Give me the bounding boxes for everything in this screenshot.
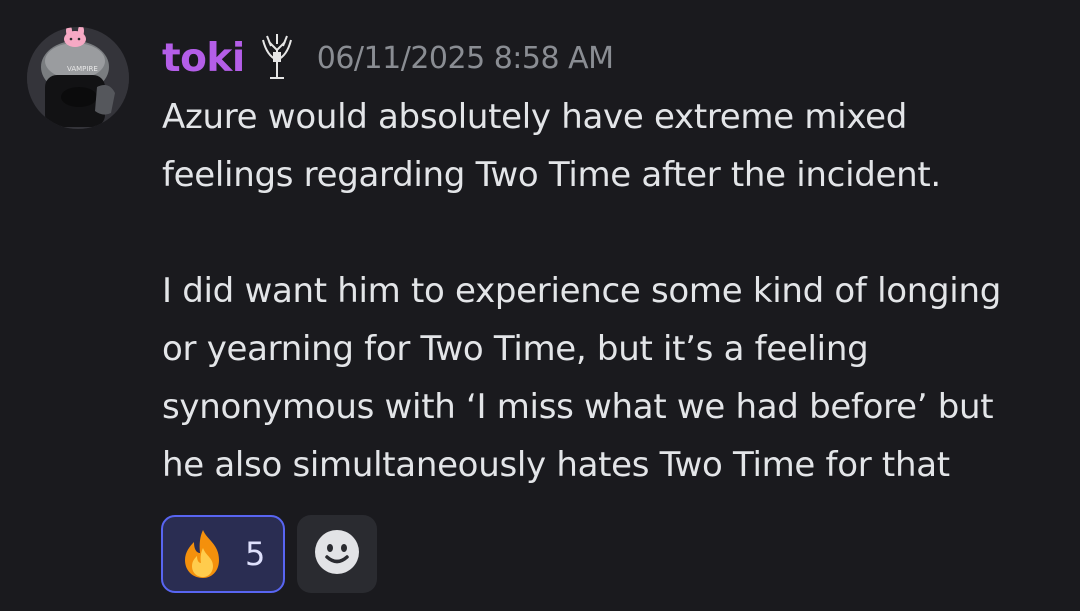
add-reaction-button[interactable] [297,515,377,593]
role-badge-icon[interactable] [257,32,297,84]
fire-icon [175,526,231,582]
smiley-add-reaction-icon [313,528,361,580]
svg-text:VAMPIRE: VAMPIRE [67,65,98,73]
message-line: I did want him to experience some kind o… [162,271,1001,311]
message-paragraph: I did want him to experience some kind o… [162,262,1062,494]
message-content: Azure would absolutely have extreme mixe… [162,88,1062,494]
message-line: he also simultaneously hates Two Time fo… [162,445,950,485]
message-line: feelings regarding Two Time after the in… [162,155,941,195]
message-timestamp[interactable]: 06/11/2025 8:58 AM [317,41,614,76]
message-paragraph: Azure would absolutely have extreme mixe… [162,88,1062,204]
message-line: or yearning for Two Time, but it’s a fee… [162,329,869,369]
username[interactable]: toki [162,36,245,81]
user-avatar[interactable]: VAMPIRE [27,27,129,129]
reaction-fire-button[interactable]: 5 [161,515,285,593]
chat-message: VAMPIRE toki 06/11/2025 8:58 AM Azure wo… [0,0,1080,611]
message-line: synonymous with ‘I miss what we had befo… [162,387,994,427]
reaction-count: 5 [245,535,266,573]
reactions-bar: 5 [161,515,377,593]
message-line: Azure would absolutely have extreme mixe… [162,97,907,137]
message-header: toki 06/11/2025 8:58 AM [162,28,614,88]
